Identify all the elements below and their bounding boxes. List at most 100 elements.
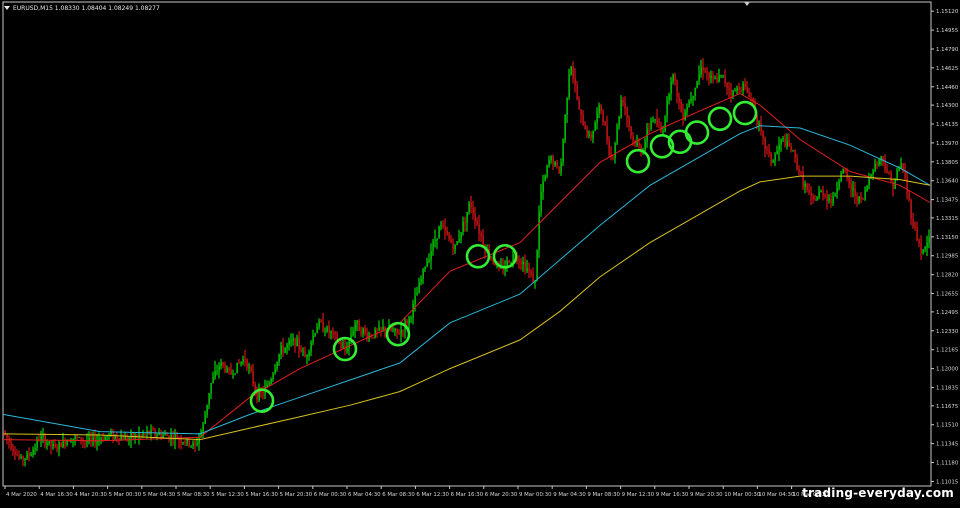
candle-body <box>416 292 418 296</box>
candle-body <box>490 256 492 259</box>
candle-body <box>812 195 814 199</box>
candle-body <box>94 436 96 444</box>
candle-body <box>276 361 278 369</box>
candle-body <box>120 436 122 441</box>
x-tick-label: 5 Mar 16:30 <box>245 492 278 498</box>
candle-body <box>744 83 746 87</box>
candle-body <box>188 438 190 446</box>
candle-body <box>172 435 174 441</box>
candle-body <box>294 338 296 346</box>
y-tick-label: 1.12000 <box>936 367 959 373</box>
candle-body <box>768 149 770 153</box>
candle-body <box>856 196 858 202</box>
candle-body <box>182 442 184 444</box>
candle-body <box>702 67 704 71</box>
candle-body <box>480 233 482 236</box>
x-tick-label: 6 Mar 08:30 <box>382 492 415 498</box>
candle-body <box>572 66 574 78</box>
candle-body <box>770 152 772 163</box>
x-tick-label: 5 Mar 08:30 <box>177 492 210 498</box>
candle-body <box>160 433 162 438</box>
candle-body <box>690 98 692 101</box>
candle-body <box>298 337 300 350</box>
candle-body <box>828 198 830 201</box>
candle-body <box>70 441 72 443</box>
candle-body <box>58 442 60 450</box>
candle-body <box>218 366 220 371</box>
candle-body <box>736 87 738 91</box>
candle-body <box>732 90 734 96</box>
candle-body <box>76 436 78 438</box>
candle-body <box>784 138 786 147</box>
y-tick-label: 1.12165 <box>936 348 958 354</box>
candle-body <box>48 440 50 444</box>
candle-body <box>340 342 342 348</box>
y-tick-label: 1.12495 <box>936 310 958 316</box>
x-tick-label: 9 Mar 12:30 <box>622 492 655 498</box>
candle-body <box>240 361 242 364</box>
candle-body <box>206 404 208 415</box>
candle-body <box>918 239 920 244</box>
candle-body <box>618 116 620 127</box>
candle-body <box>560 162 562 174</box>
candle-body <box>806 184 808 191</box>
candle-body <box>152 429 154 431</box>
candle-body <box>362 328 364 335</box>
candle-body <box>142 433 144 435</box>
candle-body <box>650 120 652 129</box>
candle-body <box>392 330 394 332</box>
candle-body <box>426 260 428 268</box>
x-tick-label: 4 Mar 2020 <box>6 492 37 498</box>
candle-body <box>546 165 548 176</box>
candle-body <box>746 86 748 93</box>
candle-body <box>728 87 730 90</box>
candle-body <box>440 225 442 227</box>
candle-body <box>290 340 292 342</box>
y-tick-label: 1.11345 <box>936 442 958 448</box>
candle-body <box>194 443 196 445</box>
candle-body <box>766 148 768 150</box>
y-tick-label: 1.14955 <box>936 28 958 34</box>
candle-body <box>410 317 412 319</box>
candle-body <box>790 146 792 151</box>
candle-body <box>360 330 362 335</box>
candle-body <box>14 451 16 455</box>
candle-body <box>414 295 416 305</box>
candle-body <box>892 181 894 189</box>
candle-body <box>454 244 456 250</box>
candle-body <box>814 198 816 201</box>
price-chart[interactable]: 1.15120 1.14955 1.14790 1.14625 1.14460 1.143… <box>0 0 960 504</box>
candle-body <box>612 157 614 159</box>
candle-body <box>928 237 930 243</box>
candle-body <box>268 383 270 386</box>
candle-body <box>670 81 672 94</box>
candle-body <box>482 235 484 246</box>
candle-body <box>788 140 790 147</box>
y-tick-label: 1.11180 <box>936 461 959 467</box>
candle-body <box>552 156 554 166</box>
candle-body <box>826 195 828 201</box>
candle-body <box>50 440 52 447</box>
candle-body <box>20 456 22 459</box>
candle-body <box>342 346 344 348</box>
candle-body <box>478 224 480 234</box>
candle-body <box>284 347 286 353</box>
candle-body <box>844 168 846 172</box>
shift-marker-icon[interactable] <box>744 2 750 6</box>
candle-body <box>792 150 794 152</box>
candle-body <box>34 447 36 450</box>
candle-body <box>554 162 556 166</box>
candle-body <box>106 435 108 437</box>
candle-body <box>722 75 724 76</box>
candle-body <box>52 444 54 447</box>
y-tick-label: 1.11015 <box>936 479 958 485</box>
candle-body <box>92 436 94 440</box>
candle-body <box>600 105 602 112</box>
candle-body <box>412 304 414 318</box>
candle-body <box>208 393 210 405</box>
candle-body <box>248 367 250 369</box>
x-tick-label: 9 Mar 08:30 <box>587 492 620 498</box>
candle-body <box>858 196 860 202</box>
candle-body <box>394 328 396 331</box>
candle-body <box>830 198 832 204</box>
